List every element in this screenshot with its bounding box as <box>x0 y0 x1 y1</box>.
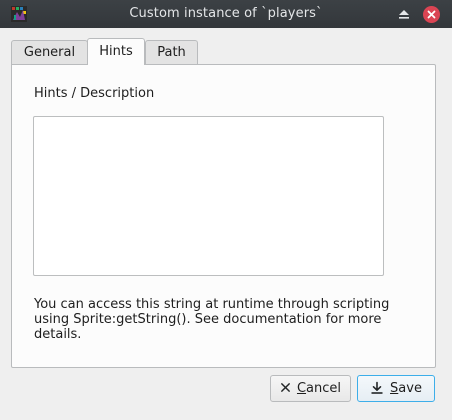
save-label: Save <box>390 381 422 396</box>
close-icon <box>427 10 436 19</box>
tab-hints-label: Hints <box>99 44 133 59</box>
title-bar[interactable]: Custom instance of `players` <box>0 0 452 28</box>
save-icon <box>371 381 383 394</box>
hints-description-textarea[interactable] <box>33 116 384 276</box>
hints-panel: Hints / Description You can access this … <box>11 64 436 368</box>
hints-description-label: Hints / Description <box>34 86 155 101</box>
tab-hints[interactable]: Hints <box>87 38 145 65</box>
close-window-button[interactable] <box>423 6 440 23</box>
save-button[interactable]: Save <box>357 375 435 402</box>
cancel-label: Cancel <box>296 381 342 396</box>
dialog-window: Custom instance of `players` General Hin… <box>0 0 452 420</box>
tab-path[interactable]: Path <box>145 40 198 64</box>
cancel-button[interactable]: Cancel <box>270 375 351 402</box>
tab-general-label: General <box>23 45 76 60</box>
window-title: Custom instance of `players` <box>129 6 323 21</box>
cancel-icon <box>281 383 290 392</box>
keep-above-icon[interactable] <box>397 7 411 21</box>
help-text: You can access this string at runtime th… <box>34 297 390 342</box>
tab-path-label: Path <box>157 45 186 60</box>
tab-general[interactable]: General <box>11 40 88 64</box>
